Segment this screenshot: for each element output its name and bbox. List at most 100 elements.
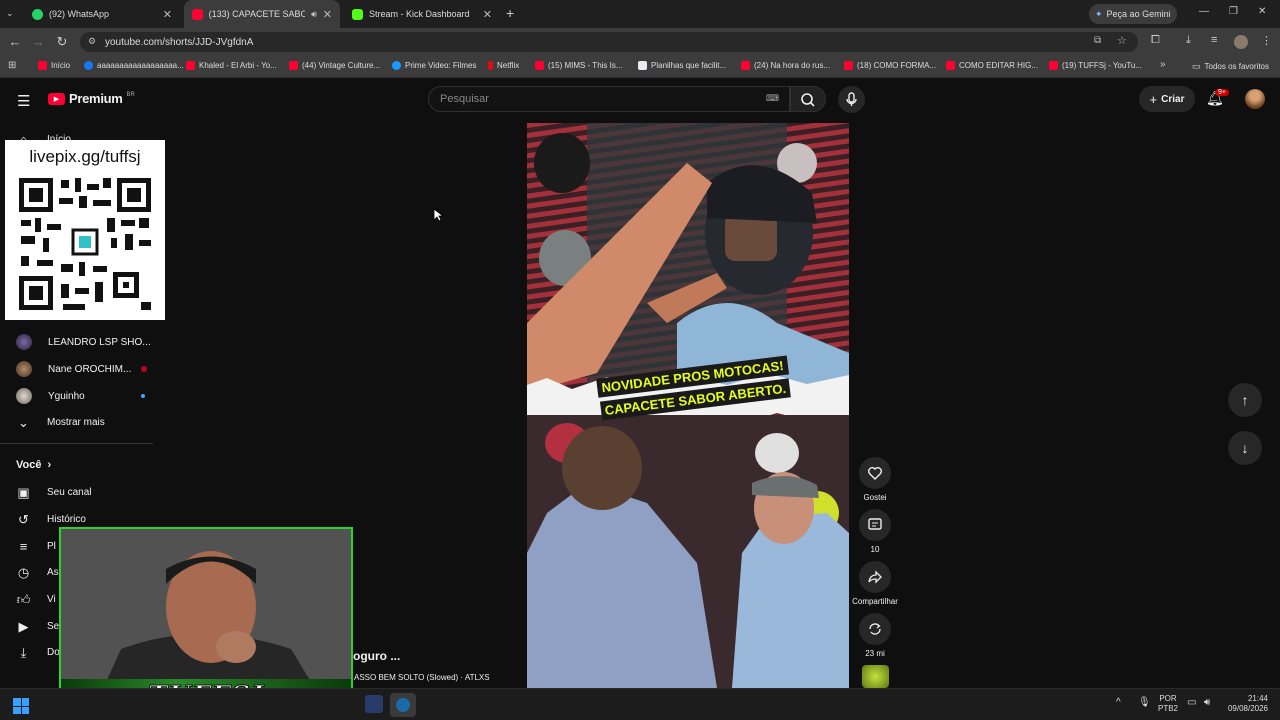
- bookmark-item[interactable]: (15) MIMS - This Is...: [535, 61, 623, 70]
- subscription-item[interactable]: Nane OROCHIM...: [16, 361, 148, 377]
- bookmark-item[interactable]: (19) TUFFSj - YouTu...: [1049, 61, 1142, 70]
- sidebar-item-history[interactable]: ↺ Histórico: [16, 512, 86, 527]
- subscription-item[interactable]: Yguinho: [16, 388, 145, 404]
- section-title: Você: [16, 459, 42, 471]
- url-bar[interactable]: ⚙ youtube.com/shorts/JJD-JVgfdnA ⧉ ☆: [80, 32, 1138, 52]
- reload-icon[interactable]: ↻: [53, 33, 71, 51]
- bookmark-label: (18) COMO FORMA...: [857, 61, 937, 70]
- tab-kick-dashboard[interactable]: Stream - Kick Dashboard ✕: [344, 0, 500, 28]
- volume-icon[interactable]: 🔊︎: [1204, 697, 1210, 708]
- share-button[interactable]: [859, 561, 891, 593]
- sound-thumbnail[interactable]: [862, 665, 889, 688]
- speaker-icon[interactable]: 🔊︎: [311, 9, 317, 20]
- live-indicator-icon: [141, 366, 148, 372]
- youtube-logo[interactable]: ▶ Premium BR: [48, 91, 135, 106]
- like-button[interactable]: [859, 457, 891, 489]
- reading-list-icon[interactable]: ≡: [1211, 34, 1217, 46]
- short-title[interactable]: oguro ...: [353, 649, 400, 663]
- sidebar-item-downloads[interactable]: ⤓ Do: [16, 645, 60, 660]
- close-tab-icon[interactable]: ✕: [163, 8, 172, 21]
- network-icon[interactable]: ▭: [1187, 697, 1196, 708]
- all-favorites-folder[interactable]: ▭ Todos os favoritos: [1192, 61, 1269, 72]
- bookmark-item[interactable]: (24) Na hora do rus...: [741, 61, 830, 70]
- search-button[interactable]: [790, 86, 826, 112]
- keyboard-layout: PTB2: [1158, 704, 1179, 713]
- sidebar-divider: [0, 443, 153, 444]
- sidebar-item-your-videos[interactable]: ▶ Se: [16, 619, 60, 634]
- search-input[interactable]: Pesquisar ⌨: [428, 86, 790, 112]
- tab-youtube-short[interactable]: (133) CAPACETE SABOR ABERTO 🔊︎ ✕: [184, 0, 340, 28]
- bookmark-item[interactable]: Khaled - El Arbi - Yo...: [186, 61, 277, 70]
- tab-search-chevron-icon[interactable]: ⌄: [6, 8, 14, 19]
- bookmark-label: Netflix: [497, 61, 520, 70]
- close-tab-icon[interactable]: ✕: [483, 8, 492, 21]
- back-icon[interactable]: ←: [6, 33, 24, 51]
- bookmark-item[interactable]: aaaaaaaaaaaaaaaaaa...: [84, 61, 184, 70]
- next-short-button[interactable]: ↓: [1228, 431, 1262, 465]
- keyboard-icon[interactable]: ⌨: [766, 93, 779, 104]
- bookmark-item[interactable]: Prime Video: Filmes: [392, 61, 476, 70]
- youtube-icon: [289, 61, 298, 70]
- account-avatar[interactable]: [1245, 89, 1265, 109]
- voice-search-button[interactable]: [838, 86, 865, 113]
- gemini-icon: ✦: [1095, 8, 1103, 19]
- minimize-icon[interactable]: —: [1199, 6, 1209, 17]
- sidebar-item-label: Do: [47, 647, 60, 658]
- more-bookmarks-icon[interactable]: »: [1160, 59, 1166, 70]
- steam-taskbar-icon[interactable]: [390, 693, 416, 717]
- start-windows-icon[interactable]: [13, 698, 29, 714]
- bookmark-star-icon[interactable]: ☆: [1117, 34, 1127, 47]
- sidebar-item-playlists[interactable]: ≡ Pl: [16, 539, 56, 554]
- livepix-url: livepix.gg/tuffsj: [29, 147, 141, 166]
- sidebar-item-label: Histórico: [47, 514, 86, 525]
- bookmark-item[interactable]: Netflix: [488, 61, 519, 70]
- sidebar-item-your-channel[interactable]: ▣ Seu canal: [16, 485, 91, 500]
- bookmark-label: Início: [51, 61, 71, 70]
- new-tab-icon[interactable]: +: [506, 5, 514, 21]
- download-icon[interactable]: ⤓: [1186, 34, 1191, 47]
- tab-label: (92) WhatsApp: [49, 9, 110, 19]
- bookmark-item[interactable]: COMO EDITAR HIG...: [946, 61, 1038, 70]
- show-more-button[interactable]: ⌄ Mostrar mais: [16, 415, 105, 430]
- youtube-icon: [844, 61, 853, 70]
- history-icon: ↺: [18, 512, 29, 527]
- close-tab-icon[interactable]: ✕: [323, 8, 332, 21]
- sidebar-item-label: Pl: [47, 541, 56, 552]
- sidebar-item-liked[interactable]: 👍︎ Vi: [16, 592, 56, 607]
- hamburger-menu-icon[interactable]: ☰: [17, 92, 30, 110]
- clock[interactable]: 21:44 09/08/2026: [1224, 694, 1268, 714]
- share-label: Compartilhar: [852, 597, 898, 606]
- apps-grid-icon[interactable]: ⊞: [8, 60, 16, 71]
- restore-icon[interactable]: ❐: [1229, 6, 1238, 17]
- sidebar-item-watch-later[interactable]: ◷ As: [16, 565, 59, 580]
- bookmark-item[interactable]: (44) Vintage Culture...: [289, 61, 380, 70]
- create-button[interactable]: + Criar: [1139, 86, 1195, 112]
- bookmark-item[interactable]: (18) COMO FORMA...: [844, 61, 936, 70]
- you-section-heading[interactable]: Você ›: [16, 459, 51, 471]
- music-label[interactable]: ASSO BEM SOLTO (Slowed) · ATLXS: [354, 673, 490, 682]
- youtube-icon: [535, 61, 544, 70]
- comments-button[interactable]: [859, 509, 891, 541]
- tab-whatsapp[interactable]: (92) WhatsApp ✕: [24, 0, 180, 28]
- close-window-icon[interactable]: ✕: [1258, 6, 1266, 17]
- microphone-tray-icon[interactable]: 🎙︎: [1138, 697, 1151, 708]
- profile-avatar[interactable]: [1234, 35, 1248, 49]
- bookmark-item[interactable]: Início: [38, 61, 70, 70]
- taskbar-app-icon[interactable]: [365, 695, 383, 713]
- microphone-icon: [846, 92, 857, 106]
- bookmarks-bar: ⊞ Início aaaaaaaaaaaaaaaaaa... Khaled - …: [0, 56, 1280, 78]
- install-icon[interactable]: ⧉: [1094, 35, 1101, 46]
- tray-overflow-icon[interactable]: ^: [1116, 697, 1121, 708]
- forward-icon[interactable]: →: [29, 33, 47, 51]
- bookmark-item[interactable]: Planilhas que facilit...: [638, 61, 726, 70]
- extensions-icon[interactable]: ⧠: [1151, 34, 1160, 47]
- remix-button[interactable]: [859, 613, 891, 645]
- short-video-player[interactable]: NOVIDADE PROS MOTOCAS! CAPACETE SABOR AB…: [527, 123, 849, 688]
- youtube-icon: [946, 61, 955, 70]
- input-language[interactable]: POR PTB2: [1158, 694, 1178, 714]
- previous-short-button[interactable]: ↑: [1228, 383, 1262, 417]
- more-menu-icon[interactable]: ⋮: [1261, 34, 1272, 47]
- gemini-button[interactable]: ✦ Peça ao Gemini: [1089, 4, 1177, 24]
- site-info-icon[interactable]: ⚙: [88, 36, 96, 47]
- subscription-item[interactable]: LEANDRO LSP SHO...: [16, 334, 151, 350]
